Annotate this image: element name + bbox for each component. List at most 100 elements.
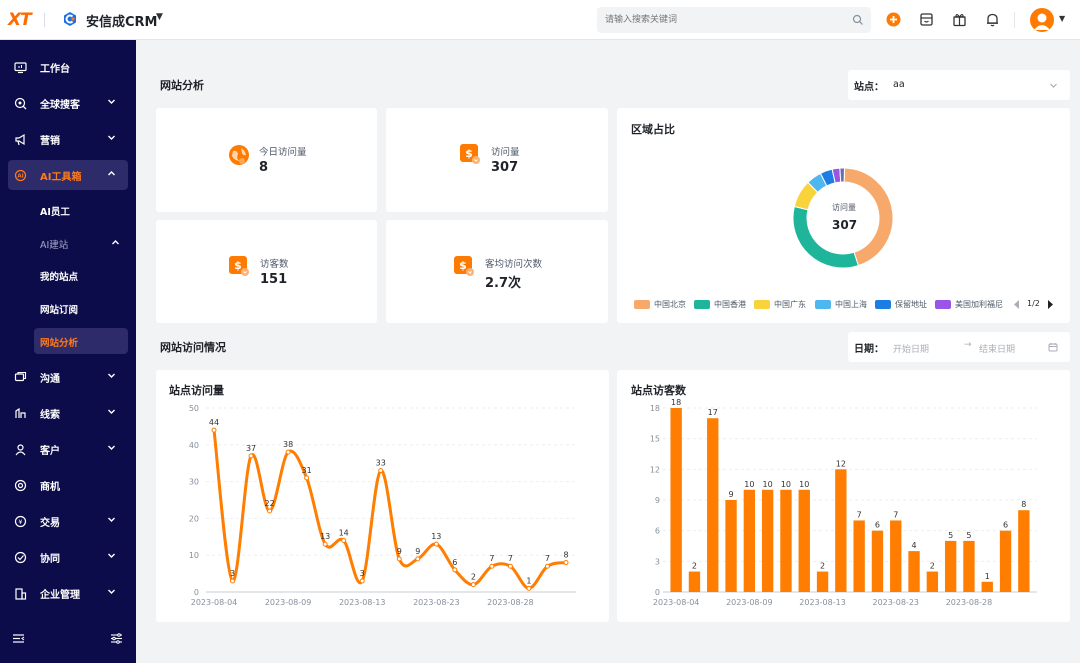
caret-down-icon[interactable]: ▼ <box>156 12 163 22</box>
data-label: 9 <box>415 547 420 556</box>
site-visits-line-chart: 0 10 20 30 40 50 2023-08-04 2023-08-09 2023-08-1… <box>189 404 576 607</box>
legend-label: 中国广东 <box>774 300 806 309</box>
sidebar-item-workbench[interactable]: 工作台 <box>8 52 128 82</box>
sidebar-item-customers[interactable]: 客户 <box>8 434 128 464</box>
kpi-card-visitors: $ 访客数 151 <box>156 220 377 323</box>
avatar[interactable] <box>1030 8 1054 32</box>
sidebar-subitem-label: 网站分析 <box>40 338 79 349</box>
search-box[interactable] <box>597 7 871 33</box>
sidebar-subitem-ai-employee[interactable]: AI员工 <box>34 197 128 223</box>
data-label: 10 <box>763 480 773 489</box>
data-label: 7 <box>857 510 862 519</box>
collapse-menu-icon[interactable] <box>12 632 25 645</box>
data-point <box>470 582 476 588</box>
data-point <box>267 508 273 514</box>
y-tick-label: 18 <box>650 404 660 413</box>
kpi-value: 307 <box>491 160 519 175</box>
legend-next-icon[interactable] <box>1046 299 1055 310</box>
legend-item[interactable]: 保留地址 <box>875 299 935 311</box>
chevron-down-icon <box>108 99 115 104</box>
data-label: 10 <box>781 480 791 489</box>
sidebar-subitem-my-sites[interactable]: 我的站点 <box>34 262 128 288</box>
gift-icon[interactable] <box>951 11 968 28</box>
donut-slice <box>843 167 894 267</box>
x-tick-label: 2023-08-09 <box>265 598 312 607</box>
data-label: 9 <box>397 547 402 556</box>
x-tick-label: 2023-08-28 <box>487 598 533 607</box>
legend-item[interactable]: 美国加利福尼 <box>935 299 1008 311</box>
kpi-label: 访问量 <box>491 147 520 158</box>
sidebar-item-ai-toolbox[interactable]: AI AI工具箱 <box>8 160 128 190</box>
sidebar-item-leads[interactable]: 线索 <box>8 398 128 428</box>
region-title: 区域占比 <box>631 123 675 136</box>
monitor-icon <box>14 62 27 74</box>
sidebar-item-communication[interactable]: 沟通 <box>8 362 128 392</box>
sidebar-item-collaboration[interactable]: 协同 <box>8 542 128 572</box>
donut-slice <box>792 205 859 269</box>
collaborate-icon <box>14 551 27 564</box>
settings-sliders-icon[interactable] <box>110 632 123 645</box>
sidebar-item-marketing[interactable]: 营销 <box>8 124 128 154</box>
data-label: 1 <box>985 572 990 581</box>
donut-slice <box>839 167 846 183</box>
sidebar: 工作台 全球搜客 营销 AI AI工具箱 AI员工 AI建站 我的站点 网站订阅… <box>0 40 136 663</box>
caret-down-icon[interactable]: ▼ <box>1059 14 1065 23</box>
data-point <box>489 563 495 569</box>
sidebar-subitem-site-analytics[interactable]: 网站分析 <box>34 328 128 354</box>
arrow-right-icon: → <box>964 340 972 350</box>
bar <box>908 551 920 592</box>
sidebar-item-label: 沟通 <box>40 374 60 385</box>
chevron-down-icon <box>108 409 115 414</box>
region-card: 区域占比 访问量 307 <box>617 108 1070 323</box>
sidebar-item-global-search[interactable]: 全球搜客 <box>8 88 128 118</box>
legend-swatch <box>754 300 770 309</box>
data-point <box>544 563 550 569</box>
kpi-label: 今日访问量 <box>259 147 307 158</box>
site-select[interactable]: 站点： aa <box>848 70 1070 100</box>
store-icon[interactable] <box>918 11 935 28</box>
sidebar-item-trade[interactable]: ¥ 交易 <box>8 506 128 536</box>
legend-prev-icon[interactable] <box>1012 299 1021 310</box>
legend-label: 中国上海 <box>835 300 867 309</box>
legend-swatch <box>815 300 831 309</box>
bar <box>688 571 701 592</box>
data-point <box>248 453 254 459</box>
enterprise-icon <box>15 588 27 600</box>
y-tick-label: 0 <box>194 588 199 597</box>
sidebar-subitem-ai-site[interactable]: AI建站 <box>34 230 128 256</box>
data-point <box>285 449 291 455</box>
sidebar-subitem-label: AI员工 <box>40 207 70 218</box>
dollar-doc-icon: $ <box>460 144 480 164</box>
lead-icon <box>15 407 26 418</box>
y-tick-label: 30 <box>189 478 199 487</box>
sidebar-item-opportunities[interactable]: 商机 <box>8 470 128 500</box>
legend-item[interactable]: 中国上海 <box>815 299 875 311</box>
sidebar-subitem-site-subscription[interactable]: 网站订阅 <box>34 295 128 321</box>
data-label: 12 <box>836 459 846 468</box>
legend-item[interactable]: 中国北京 <box>634 299 694 311</box>
y-tick-label: 40 <box>189 441 199 450</box>
legend-item[interactable]: 中国香港 <box>694 299 754 311</box>
start-date-input[interactable]: 开始日期 <box>893 342 929 355</box>
donut-center-label: 访问量 <box>832 203 856 212</box>
y-tick-label: 12 <box>650 465 660 474</box>
data-label: 1 <box>526 576 531 585</box>
sidebar-item-enterprise[interactable]: 企业管理 <box>8 578 128 608</box>
logo[interactable]: XT <box>8 10 32 30</box>
sidebar-subitem-label: 网站订阅 <box>40 305 79 316</box>
data-label: 10 <box>744 480 754 489</box>
search-icon[interactable] <box>852 14 864 26</box>
calendar-icon[interactable] <box>1048 342 1058 352</box>
bar <box>981 581 993 592</box>
bell-icon[interactable] <box>984 11 1001 28</box>
search-input[interactable] <box>605 7 845 33</box>
x-tick-label: 2023-08-09 <box>726 598 773 607</box>
sidebar-subitem-label: AI建站 <box>40 240 69 251</box>
date-range-picker[interactable]: 日期： 开始日期 → 结束日期 <box>848 332 1070 362</box>
brand-name[interactable]: 安信成CRM <box>86 11 158 30</box>
data-point <box>378 468 384 474</box>
end-date-input[interactable]: 结束日期 <box>979 342 1015 355</box>
add-icon[interactable] <box>885 11 902 28</box>
legend-item[interactable]: 中国广东 <box>754 299 814 311</box>
data-label: 2 <box>692 562 697 571</box>
